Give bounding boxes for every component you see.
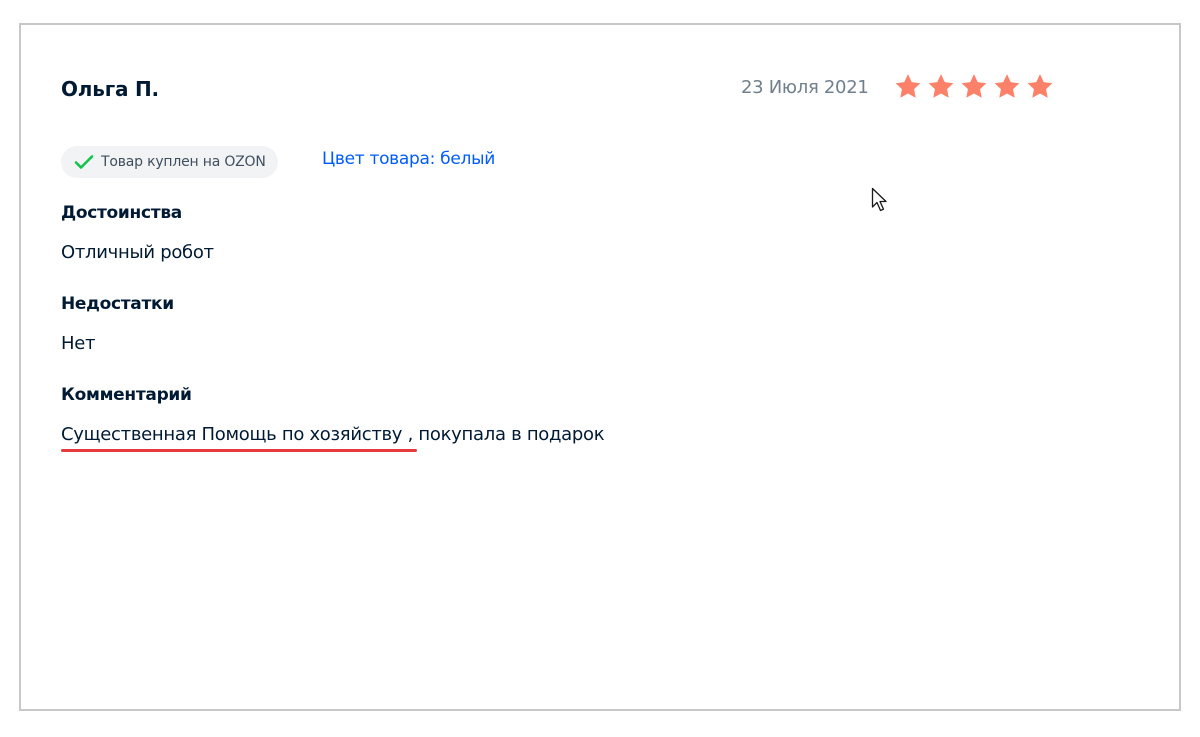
pros-text: Отличный робот [61,242,214,263]
star-icon [895,74,921,98]
rating-stars [893,72,1055,101]
review-author-name[interactable]: Ольга П. [61,77,159,101]
verified-purchase-label: Товар куплен на OZON [101,154,266,170]
comment-highlight-underline [61,449,417,452]
verified-purchase-badge: Товар куплен на OZON [61,146,278,178]
product-color-link[interactable]: Цвет товара: белый [322,149,495,169]
comment-text: Существенная Помощь по хозяйству , покуп… [61,424,605,445]
cons-text: Нет [61,333,96,354]
cons-title: Недостатки [61,294,174,314]
comment-title: Комментарий [61,385,192,405]
check-icon [74,155,94,169]
star-icon [994,74,1020,98]
review-date: 23 Июля 2021 [741,77,869,98]
star-icon [1027,74,1053,98]
mouse-pointer-icon [871,187,887,212]
pros-title: Достоинства [61,203,182,223]
star-icon [928,74,954,98]
review-card: Ольга П. 23 Июля 2021 Товар куплен на OZ… [19,23,1181,711]
star-icon [961,74,987,98]
